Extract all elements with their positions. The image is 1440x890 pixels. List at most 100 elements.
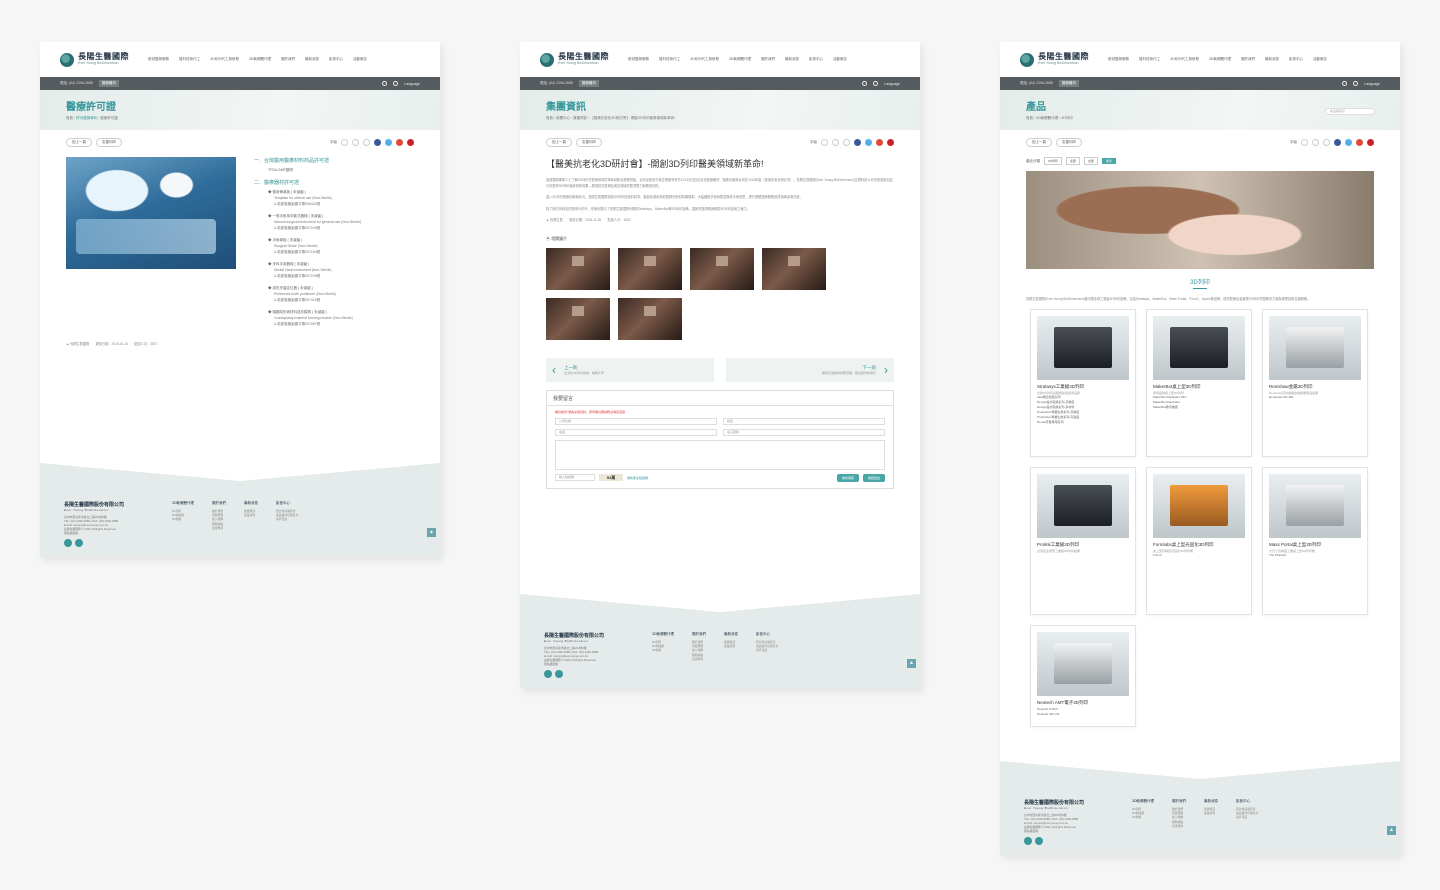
- footer-link[interactable]: 客戶見證: [1236, 815, 1258, 819]
- product-line[interactable]: Renishaw AM 400: [1269, 395, 1361, 400]
- nav-item[interactable]: 3D軟硬體代理: [1209, 57, 1231, 62]
- breadcrumb-section[interactable]: 新聞中心: [556, 116, 570, 120]
- language-switch[interactable]: Language: [884, 82, 900, 86]
- subcategory-select[interactable]: 全部: [1065, 157, 1080, 165]
- font-small-button[interactable]: [1301, 139, 1308, 146]
- product-search-input[interactable]: 產品關鍵字: [1325, 108, 1375, 115]
- print-button[interactable]: 友善列印: [1056, 138, 1082, 147]
- gallery-photo[interactable]: [546, 297, 610, 340]
- company-field[interactable]: 公司名稱: [555, 417, 717, 425]
- nav-item[interactable]: 最新消息: [305, 57, 319, 62]
- footer-link[interactable]: 認證專利: [212, 526, 226, 530]
- font-large-button[interactable]: [843, 139, 850, 146]
- nav-item[interactable]: 新冠醫療服務: [1108, 57, 1129, 62]
- gallery-photo[interactable]: [618, 247, 682, 290]
- footer-link[interactable]: 產業新知: [244, 513, 258, 517]
- google-plus-icon[interactable]: [396, 139, 403, 146]
- product-line[interactable]: Form2: [1153, 553, 1245, 558]
- nav-item[interactable]: 3D系列代工與研發: [690, 57, 719, 62]
- nav-item[interactable]: 醫材技術代工: [179, 57, 200, 62]
- site-logo[interactable]: 長陽生醫國際 Ever Young BioDimension: [540, 52, 620, 67]
- footer-link[interactable]: 客戶見證: [756, 648, 778, 652]
- email-field[interactable]: 電子郵箱: [723, 428, 885, 436]
- font-small-button[interactable]: [341, 139, 348, 146]
- footer-link[interactable]: 客戶見證: [276, 517, 298, 521]
- search-icon[interactable]: [1353, 81, 1359, 86]
- twitter-icon[interactable]: [1345, 139, 1352, 146]
- font-medium-button[interactable]: [1312, 139, 1319, 146]
- twitter-icon[interactable]: [865, 139, 872, 146]
- product-line[interactable]: Neotech 45X-G3: [1037, 712, 1129, 717]
- footer-link[interactable]: 認證專利: [1172, 824, 1186, 828]
- facebook-icon[interactable]: [64, 539, 72, 547]
- google-plus-icon[interactable]: [1356, 139, 1363, 146]
- nav-item[interactable]: 活動報名: [353, 57, 367, 62]
- product-card[interactable]: Renishaw金屬3D列印 Renishaw雷射熔融金屬積層製造設備 Reni…: [1262, 308, 1368, 457]
- nav-item[interactable]: 醫材技術代工: [1139, 57, 1160, 62]
- next-article-link[interactable]: 下一則 醫院引進醫療供應流程：數位醫學新時代 ›: [726, 357, 894, 382]
- font-large-button[interactable]: [363, 139, 370, 146]
- user-icon[interactable]: [382, 81, 388, 86]
- back-button[interactable]: 回上一頁: [66, 138, 92, 147]
- font-medium-button[interactable]: [352, 139, 359, 146]
- footer-link[interactable]: 3D軟體: [652, 648, 674, 652]
- user-icon[interactable]: [862, 81, 868, 86]
- category-select[interactable]: 3D列印: [1044, 157, 1062, 165]
- back-to-top-button[interactable]: ▲: [1387, 826, 1396, 835]
- product-card[interactable]: Prolink工業級3D列印 台灣自主研發工業級3D列印設備: [1030, 466, 1136, 615]
- nav-item[interactable]: 影音中心: [329, 57, 343, 62]
- pinterest-icon[interactable]: [887, 139, 894, 146]
- font-large-button[interactable]: [1323, 139, 1330, 146]
- nav-item[interactable]: 影音中心: [1289, 57, 1303, 62]
- product-card[interactable]: Neotech AMT電子3D列印 Neotech PJ15X Neotech …: [1030, 624, 1136, 727]
- nav-item[interactable]: 影音中心: [809, 57, 823, 62]
- nav-item[interactable]: 新冠醫療服務: [148, 57, 169, 62]
- product-card[interactable]: Stratasys工業級3D列印 全球3D列印與積層製造領導品牌 Idea概念模…: [1030, 308, 1136, 457]
- nav-item[interactable]: 3D系列代工與研發: [1170, 57, 1199, 62]
- site-logo[interactable]: 長陽生醫國際 Ever Young BioDimension: [1020, 52, 1100, 67]
- site-logo[interactable]: 長陽生醫國際 Ever Young BioDimension: [60, 52, 140, 67]
- product-line[interactable]: The Pharaoh: [1269, 553, 1361, 558]
- prev-article-link[interactable]: ‹ 上一則 生活化3D列印技術：陽明大學: [546, 357, 714, 382]
- product-card[interactable]: Formlabs桌上型光固化3D列印 桌上型高精度光固化3D列印機 Form2: [1146, 466, 1252, 615]
- footer-link[interactable]: 3D軟體: [1132, 815, 1154, 819]
- privacy-link[interactable]: 隱私權政策: [544, 662, 634, 666]
- footer-link[interactable]: 認證專利: [692, 657, 706, 661]
- facebook-icon[interactable]: [374, 139, 381, 146]
- breadcrumb-home[interactable]: 首頁: [546, 116, 553, 120]
- nav-item[interactable]: 醫材技術代工: [659, 57, 680, 62]
- gallery-photo[interactable]: [762, 247, 826, 290]
- gallery-photo[interactable]: [690, 247, 754, 290]
- back-button[interactable]: 回上一頁: [546, 138, 572, 147]
- product-line[interactable]: MakerBot教育推廣: [1153, 405, 1245, 410]
- nav-item[interactable]: 活動報名: [1313, 57, 1327, 62]
- google-plus-icon[interactable]: [876, 139, 883, 146]
- print-button[interactable]: 友善列印: [576, 138, 602, 147]
- nav-item[interactable]: 活動報名: [833, 57, 847, 62]
- facebook-icon[interactable]: [1334, 139, 1341, 146]
- twitter-icon[interactable]: [385, 139, 392, 146]
- privacy-link[interactable]: 隱私權政策: [64, 531, 154, 535]
- nav-item[interactable]: 3D軟硬體代理: [729, 57, 751, 62]
- nav-item[interactable]: 3D系列代工與研發: [210, 57, 239, 62]
- pinterest-icon[interactable]: [407, 139, 414, 146]
- breadcrumb-subsection[interactable]: 集團資訊: [573, 116, 587, 120]
- footer-link[interactable]: 產業新知: [1204, 811, 1218, 815]
- nav-item[interactable]: 最新消息: [1265, 57, 1279, 62]
- breadcrumb-section[interactable]: 3D軟硬體代理: [1036, 116, 1058, 120]
- back-to-top-button[interactable]: ▲: [427, 528, 436, 537]
- breadcrumb-section[interactable]: 許可證與專利: [76, 116, 97, 120]
- nav-item[interactable]: 最新消息: [785, 57, 799, 62]
- breadcrumb-home[interactable]: 首頁: [1026, 116, 1033, 120]
- youtube-icon[interactable]: [75, 539, 83, 547]
- category-badge[interactable]: 醫療器材: [98, 80, 119, 87]
- gallery-photo[interactable]: [546, 247, 610, 290]
- back-to-top-button[interactable]: ▲: [907, 659, 916, 668]
- breadcrumb-home[interactable]: 首頁: [66, 116, 73, 120]
- youtube-icon[interactable]: [1035, 837, 1043, 845]
- captcha-input[interactable]: 輸入驗證碼: [555, 474, 595, 481]
- footer-link[interactable]: 產業新知: [724, 644, 738, 648]
- reset-button[interactable]: 重新填寫: [836, 473, 859, 482]
- nav-item[interactable]: 3D軟硬體代理: [249, 57, 271, 62]
- brand-select[interactable]: 全部: [1083, 157, 1098, 165]
